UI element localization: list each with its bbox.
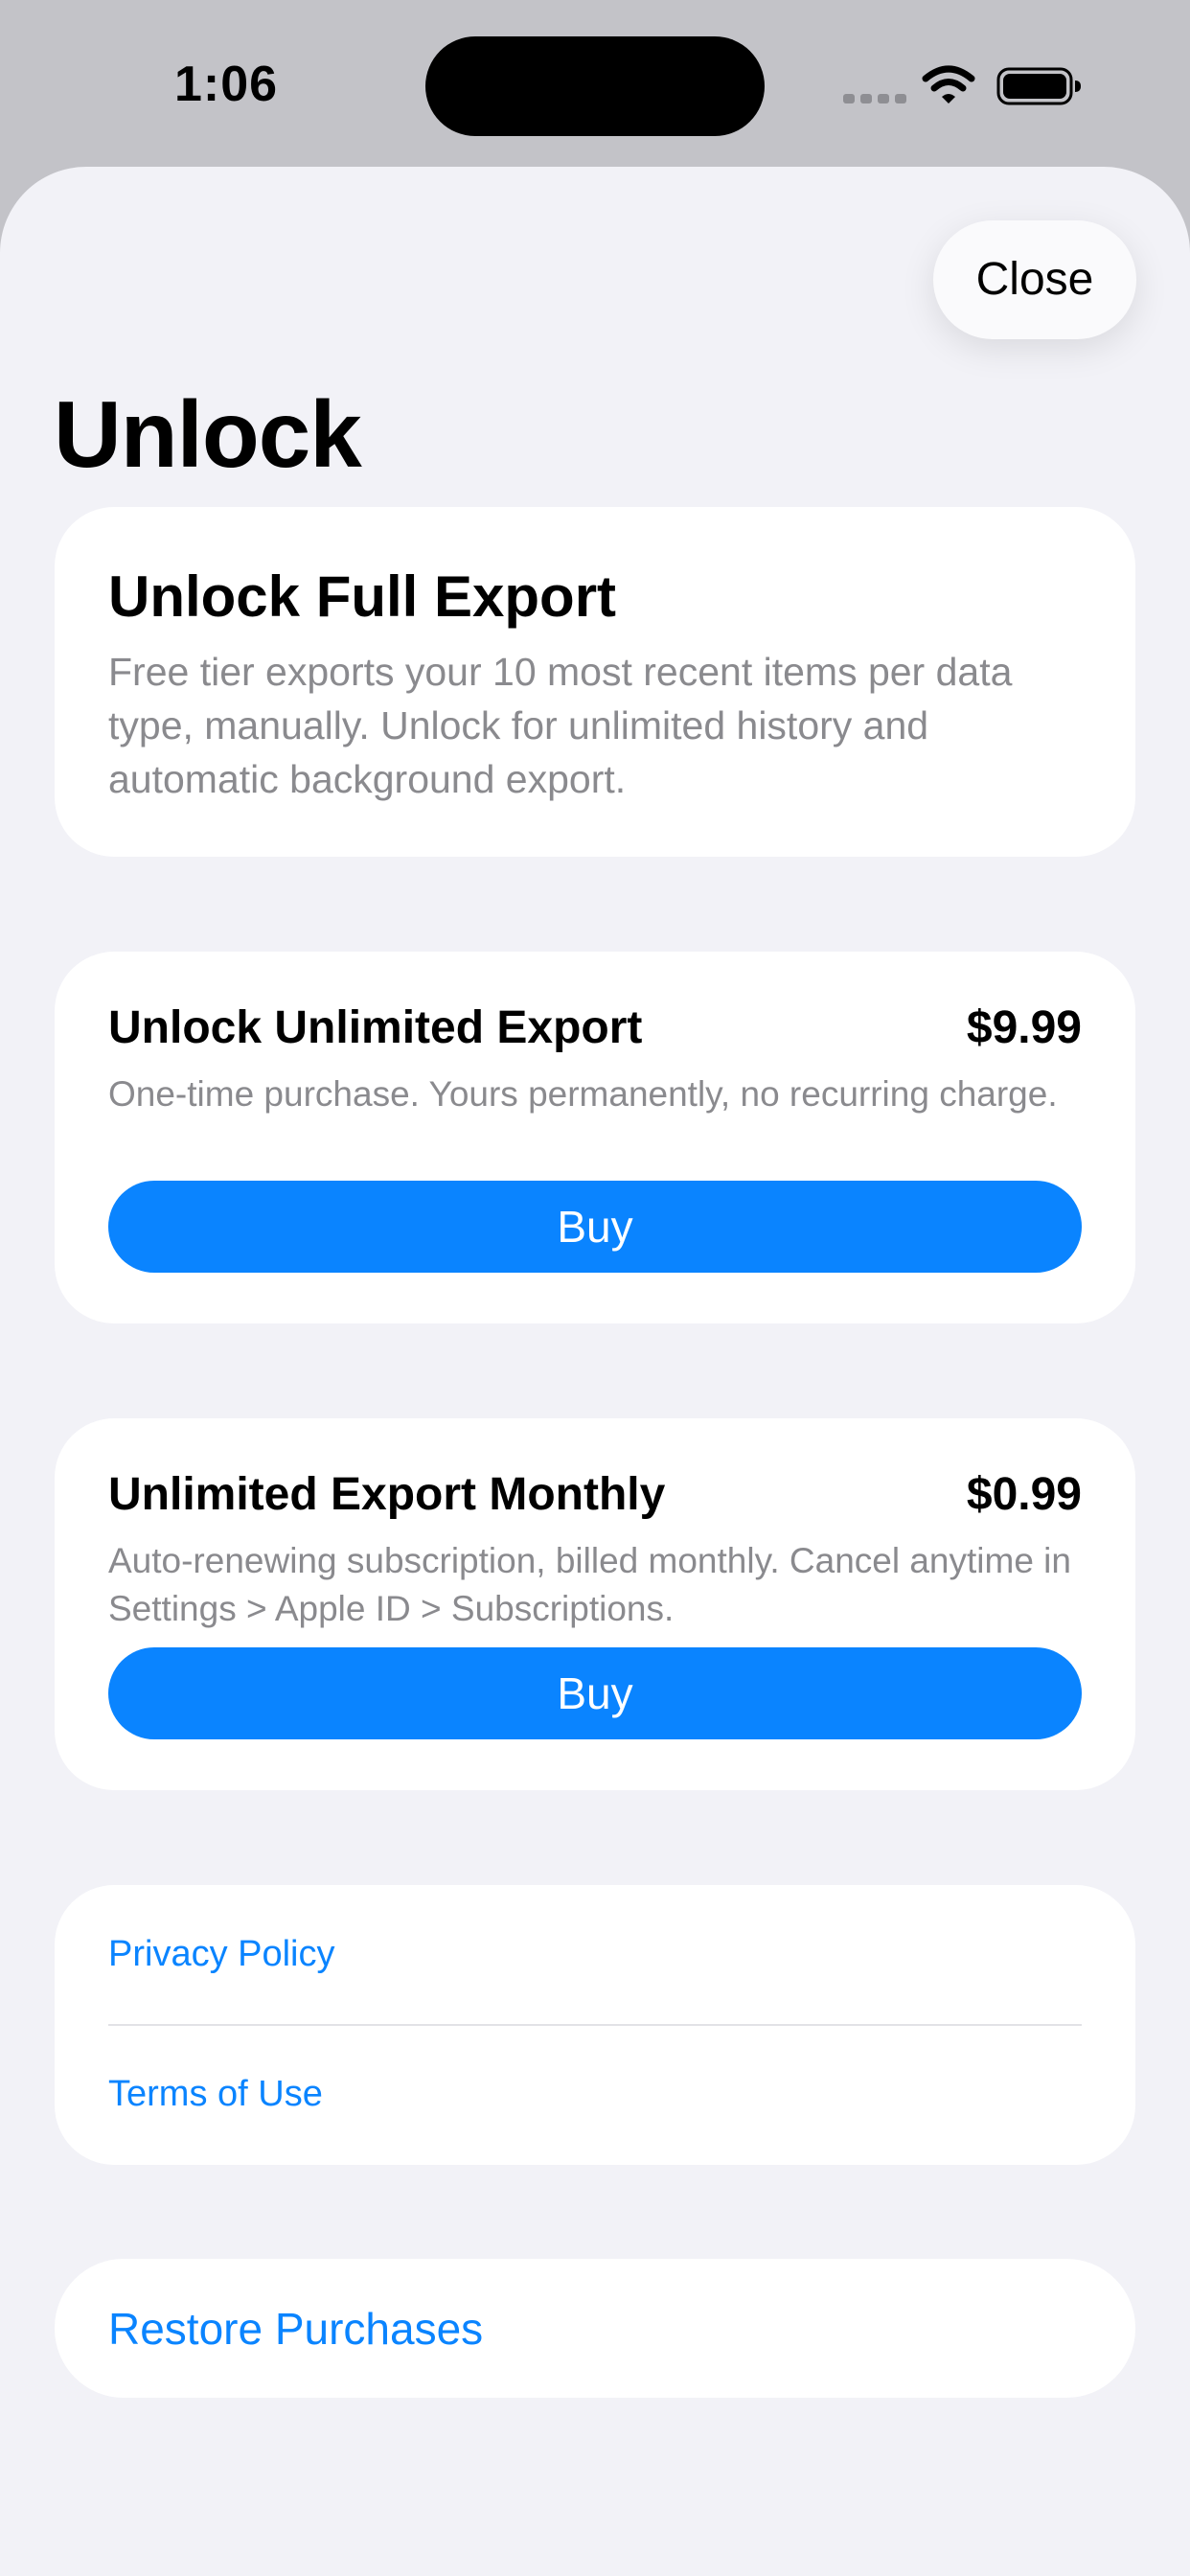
buy-monthly-button[interactable]: Buy — [108, 1647, 1082, 1739]
intro-card: Unlock Full Export Free tier exports you… — [55, 507, 1135, 857]
legal-links-card: Privacy Policy Terms of Use — [55, 1885, 1135, 2165]
product-name: Unlimited Export Monthly — [108, 1469, 666, 1520]
product-description: Auto-renewing subscription, billed month… — [108, 1541, 1071, 1628]
product-name: Unlock Unlimited Export — [108, 1002, 643, 1053]
restore-purchases-label: Restore Purchases — [108, 2304, 484, 2354]
product-card-monthly: Unlimited Export Monthly $0.99 Auto-rene… — [55, 1418, 1135, 1790]
product-price: $9.99 — [966, 1002, 1082, 1053]
battery-icon — [996, 67, 1081, 105]
wifi-icon — [922, 65, 975, 104]
restore-purchases-button[interactable]: Restore Purchases — [55, 2259, 1135, 2398]
privacy-policy-link[interactable]: Privacy Policy — [108, 1930, 335, 1978]
product-card-lifetime: Unlock Unlimited Export $9.99 One-time p… — [55, 952, 1135, 1323]
page-title: Unlock — [54, 381, 362, 487]
terms-of-use-link[interactable]: Terms of Use — [108, 2070, 323, 2118]
close-button[interactable]: Close — [933, 220, 1136, 339]
intro-title: Unlock Full Export — [108, 564, 617, 629]
buy-lifetime-button[interactable]: Buy — [108, 1181, 1082, 1273]
status-time: 1:06 — [174, 57, 279, 112]
intro-description: Free tier exports your 10 most recent it… — [108, 650, 1013, 801]
signal-dots-icon — [843, 94, 906, 104]
dynamic-island — [425, 36, 765, 136]
product-description: One-time purchase. Yours permanently, no… — [108, 1074, 1058, 1114]
status-bar: 1:06 — [0, 0, 1190, 168]
divider — [108, 2024, 1082, 2026]
product-price: $0.99 — [966, 1469, 1082, 1520]
